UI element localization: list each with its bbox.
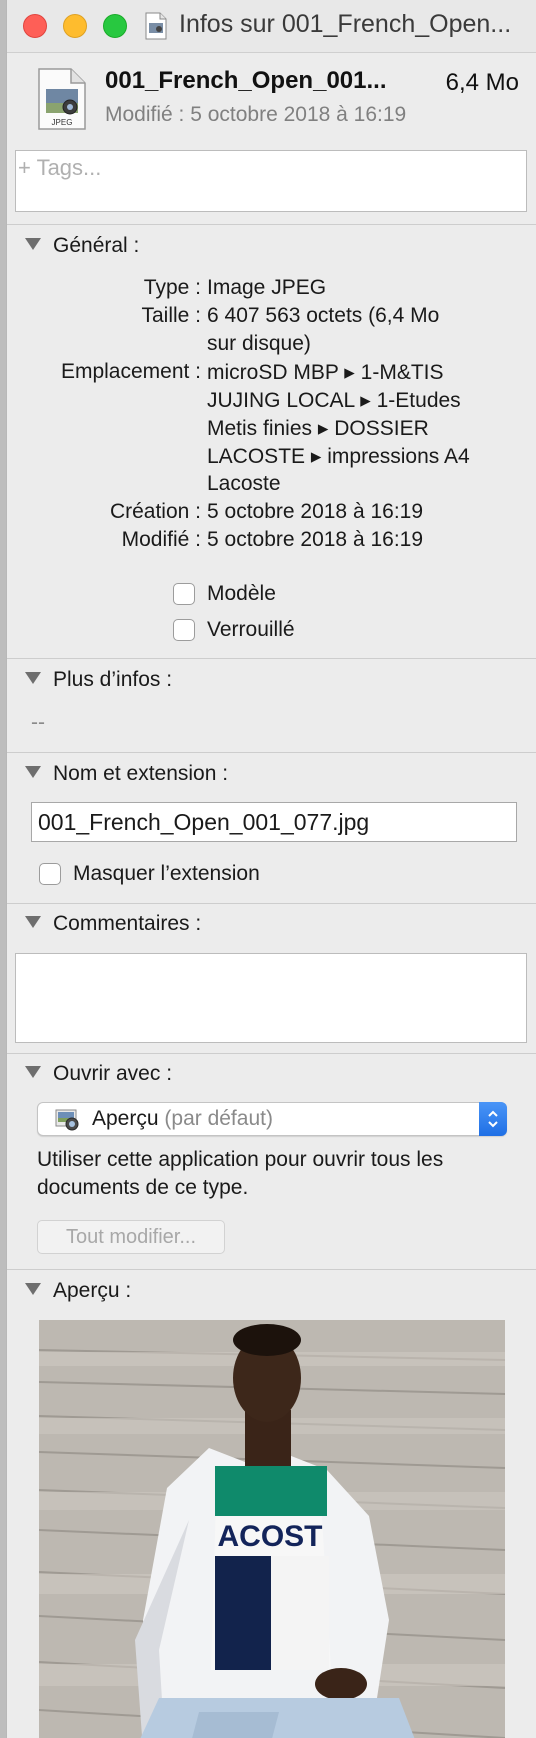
file-icon-badge: JPEG: [52, 118, 73, 127]
comments-textarea[interactable]: [15, 953, 527, 1043]
section-name-extension-header[interactable]: Nom et extension :: [25, 762, 228, 786]
open-with-default-label: (par défaut): [164, 1107, 273, 1130]
preview-app-icon: [55, 1109, 79, 1131]
tags-field[interactable]: + Tags...: [15, 150, 527, 212]
file-header: JPEG 001_French_Open_001... 6,4 Mo Modif…: [7, 53, 536, 148]
template-checkbox-label: Modèle: [207, 582, 276, 605]
section-preview-title: Aperçu :: [53, 1279, 132, 1302]
modified-date: 5 octobre 2018 à 16:19: [190, 103, 407, 126]
popup-chevrons-icon[interactable]: [479, 1102, 507, 1136]
section-open-with-title: Ouvrir avec :: [53, 1062, 173, 1085]
section-general-header[interactable]: Général :: [25, 234, 139, 258]
preview-photo: ACOST: [39, 1320, 505, 1738]
disclosure-triangle-icon[interactable]: [25, 1066, 41, 1079]
file-size: 6,4 Mo: [445, 69, 519, 96]
maximize-button[interactable]: [103, 14, 127, 38]
template-checkbox[interactable]: [173, 583, 195, 605]
divider: [7, 1053, 536, 1054]
divider: [7, 224, 536, 225]
modified-summary: Modifié : 5 octobre 2018 à 16:19: [105, 103, 406, 127]
jpeg-file-icon: JPEG: [38, 68, 86, 130]
section-comments-header[interactable]: Commentaires :: [25, 912, 201, 936]
close-button[interactable]: [23, 14, 47, 38]
tags-placeholder: + Tags...: [18, 155, 102, 180]
open-with-popup[interactable]: Aperçu (par défaut): [37, 1102, 507, 1136]
location-value-line3: Metis finies ▸ DOSSIER: [207, 417, 429, 440]
hide-extension-label: Masquer l’extension: [73, 862, 260, 885]
location-value-line2: JUJING LOCAL ▸ 1-Etudes: [207, 389, 461, 412]
image-preview: ACOST: [39, 1320, 505, 1738]
shirt-text: ACOST: [218, 1520, 323, 1553]
section-more-info-title: Plus d’infos :: [53, 668, 173, 691]
section-general-title: Général :: [53, 234, 140, 257]
file-name-input[interactable]: 001_French_Open_001_077.jpg: [31, 802, 517, 842]
title-bar[interactable]: Infos sur 001_French_Open...: [7, 0, 536, 53]
window-title: Infos sur 001_French_Open...: [179, 10, 512, 38]
size-value: 6 407 563 octets (6,4 Mo: [207, 304, 440, 327]
open-with-help-text: Utiliser cette application pour ouvrir t…: [37, 1148, 444, 1199]
type-label: Type :: [143, 276, 201, 299]
divider: [7, 903, 536, 904]
hide-extension-checkbox[interactable]: [39, 863, 61, 885]
divider: [7, 1269, 536, 1270]
open-with-app: Aperçu (par défaut): [92, 1107, 273, 1131]
size-label: Taille :: [141, 304, 201, 327]
open-with-app-name: Aperçu: [92, 1107, 159, 1130]
section-name-extension-title: Nom et extension :: [53, 762, 229, 785]
locked-checkbox[interactable]: [173, 619, 195, 641]
modified-label: Modifié :: [105, 103, 185, 126]
created-value: 5 octobre 2018 à 16:19: [207, 500, 424, 523]
type-value: Image JPEG: [207, 276, 327, 299]
jpeg-file-icon: [145, 12, 167, 40]
modified-label: Modifié :: [121, 528, 201, 551]
disclosure-triangle-icon[interactable]: [25, 1283, 41, 1296]
created-label: Création :: [109, 500, 201, 523]
size-value-line2: sur disque): [207, 332, 311, 355]
info-window: Infos sur 001_French_Open... JPEG 001_Fr…: [6, 0, 536, 1738]
disclosure-triangle-icon[interactable]: [25, 766, 41, 779]
location-label: Emplacement :: [60, 360, 201, 383]
change-all-button[interactable]: Tout modifier...: [37, 1220, 225, 1254]
section-more-info-header[interactable]: Plus d’infos :: [25, 668, 172, 692]
modified-value: 5 octobre 2018 à 16:19: [207, 528, 424, 551]
disclosure-triangle-icon[interactable]: [25, 238, 41, 251]
locked-checkbox-label: Verrouillé: [207, 618, 295, 641]
section-comments-title: Commentaires :: [53, 912, 202, 935]
more-info-value: --: [31, 711, 45, 734]
divider: [7, 658, 536, 659]
location-value-line4: LACOSTE ▸ impressions A4: [207, 445, 470, 468]
section-preview-header[interactable]: Aperçu :: [25, 1279, 131, 1303]
section-open-with-header[interactable]: Ouvrir avec :: [25, 1062, 172, 1086]
minimize-button[interactable]: [63, 14, 87, 38]
file-name-title: 001_French_Open_001...: [105, 67, 387, 94]
disclosure-triangle-icon[interactable]: [25, 916, 41, 929]
disclosure-triangle-icon[interactable]: [25, 672, 41, 685]
location-value: microSD MBP ▸ 1-M&TIS: [207, 361, 444, 384]
location-value-line5: Lacoste: [207, 472, 281, 495]
divider: [7, 752, 536, 753]
